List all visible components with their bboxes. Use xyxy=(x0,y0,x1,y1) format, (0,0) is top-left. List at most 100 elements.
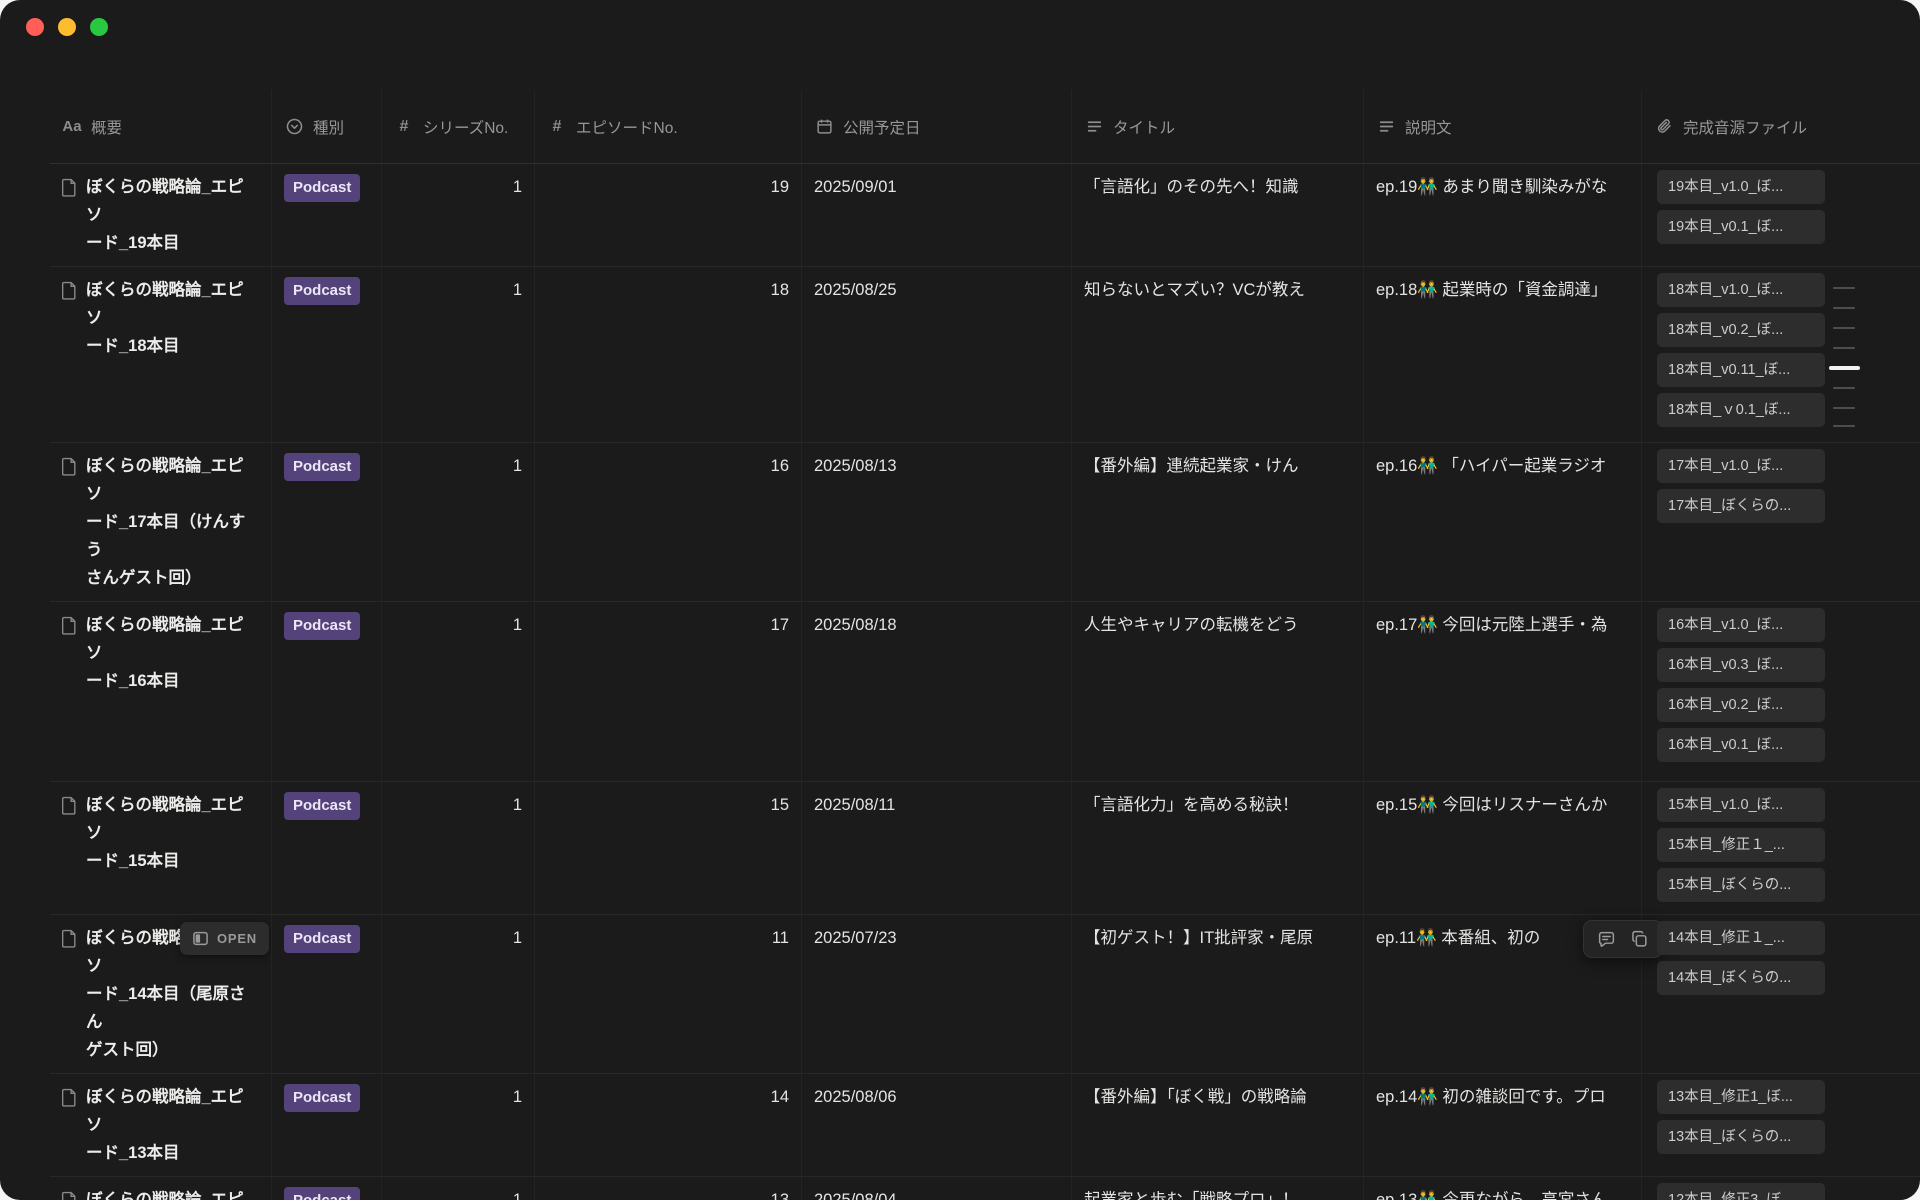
cell-description[interactable]: ep.17👬 今回は元陸上選手・為 xyxy=(1364,602,1642,781)
column-header-type[interactable]: 種別 xyxy=(272,90,382,163)
cell-series-number[interactable]: 1 xyxy=(382,267,535,442)
cell-type[interactable]: Podcast xyxy=(272,267,382,442)
column-header-files[interactable]: 完成音源ファイル xyxy=(1642,90,1920,163)
cell-audio-files[interactable]: 13本目_修正1_ぼ... 13本目_ぼくらの... xyxy=(1642,1074,1920,1176)
audio-file-chip[interactable]: 18本目_v0.2_ぼ... xyxy=(1657,313,1825,347)
cell-publish-date[interactable]: 2025/08/13 xyxy=(802,443,1072,601)
cell-type[interactable]: Podcast xyxy=(272,1177,382,1200)
cell-name[interactable]: ぼくらの戦略論_エピソ ード_13本目 xyxy=(50,1074,272,1176)
comment-icon[interactable] xyxy=(1597,930,1616,949)
cell-episode-number[interactable]: 16 xyxy=(535,443,802,601)
column-header-date[interactable]: 公開予定日 xyxy=(802,90,1072,163)
audio-file-chip[interactable]: 19本目_v0.1_ぼ... xyxy=(1657,210,1825,244)
cell-description[interactable]: ep.18👬 起業時の「資金調達」 xyxy=(1364,267,1642,442)
cell-type[interactable]: Podcast xyxy=(272,602,382,781)
cell-name[interactable]: ぼくらの戦略論_エピソ ード_17本目（けんすう さんゲスト回） xyxy=(50,443,272,601)
audio-file-chip[interactable]: 19本目_v1.0_ぼ... xyxy=(1657,170,1825,204)
cell-series-number[interactable]: 1 xyxy=(382,915,535,1073)
cell-name[interactable]: ぼくらの戦略論_エピソ ード_15本目 xyxy=(50,782,272,914)
cell-name[interactable]: ぼくらの戦略論_エピソ ード_14本目（尾原さん ゲスト回）OPEN xyxy=(50,915,272,1073)
audio-file-chip[interactable]: 16本目_v0.2_ぼ... xyxy=(1657,688,1825,722)
audio-file-chip[interactable]: 13本目_修正1_ぼ... xyxy=(1657,1080,1825,1114)
cell-publish-date[interactable]: 2025/08/11 xyxy=(802,782,1072,914)
cell-series-number[interactable]: 1 xyxy=(382,782,535,914)
column-header-name[interactable]: Aa概要 xyxy=(50,90,272,163)
cell-title[interactable]: 「言語化」のその先へ！知識 xyxy=(1072,164,1364,266)
cell-publish-date[interactable]: 2025/07/23 xyxy=(802,915,1072,1073)
cell-type[interactable]: Podcast xyxy=(272,164,382,266)
cell-type[interactable]: Podcast xyxy=(272,1074,382,1176)
cell-episode-number[interactable]: 13 xyxy=(535,1177,802,1200)
audio-file-chip[interactable]: 17本目_v1.0_ぼ... xyxy=(1657,449,1825,483)
cell-description[interactable]: ep.13👬 今更ながら、高宮さん xyxy=(1364,1177,1642,1200)
audio-file-chip[interactable]: 16本目_v1.0_ぼ... xyxy=(1657,608,1825,642)
cell-episode-number[interactable]: 15 xyxy=(535,782,802,914)
audio-file-chip[interactable]: 13本目_ぼくらの... xyxy=(1657,1120,1825,1154)
cell-audio-files[interactable]: 15本目_v1.0_ぼ...15本目_修正１_...15本目_ぼくらの... xyxy=(1642,782,1920,914)
audio-file-chip[interactable]: 18本目_v0.11_ぼ... xyxy=(1657,353,1825,387)
cell-episode-number[interactable]: 14 xyxy=(535,1074,802,1176)
type-tag[interactable]: Podcast xyxy=(284,453,360,481)
cell-type[interactable]: Podcast xyxy=(272,443,382,601)
cell-episode-number[interactable]: 19 xyxy=(535,164,802,266)
audio-file-chip[interactable]: 14本目_修正１_... xyxy=(1657,921,1825,955)
cell-episode-number[interactable]: 11 xyxy=(535,915,802,1073)
cell-title[interactable]: 「言語化力」を高める秘訣！ xyxy=(1072,782,1364,914)
close-button[interactable] xyxy=(26,18,44,36)
type-tag[interactable]: Podcast xyxy=(284,174,360,202)
column-header-title[interactable]: タイトル xyxy=(1072,90,1364,163)
cell-publish-date[interactable]: 2025/08/06 xyxy=(802,1074,1072,1176)
cell-series-number[interactable]: 1 xyxy=(382,164,535,266)
cell-series-number[interactable]: 1 xyxy=(382,602,535,781)
cell-publish-date[interactable]: 2025/08/04 xyxy=(802,1177,1072,1200)
cell-episode-number[interactable]: 17 xyxy=(535,602,802,781)
cell-name[interactable]: ぼくらの戦略論_エピソ ード_19本目 xyxy=(50,164,272,266)
cell-description[interactable]: ep.16👬 「ハイパー起業ラジオ xyxy=(1364,443,1642,601)
column-header-series[interactable]: #シリーズNo. xyxy=(382,90,535,163)
cell-description[interactable]: ep.19👬 あまり聞き馴染みがな xyxy=(1364,164,1642,266)
cell-name[interactable]: ぼくらの戦略論_エピソ ード_16本目 xyxy=(50,602,272,781)
column-header-desc[interactable]: 説明文 xyxy=(1364,90,1642,163)
audio-file-chip[interactable]: 18本目_ｖ0.1_ぼ... xyxy=(1657,393,1825,427)
type-tag[interactable]: Podcast xyxy=(284,612,360,640)
cell-series-number[interactable]: 1 xyxy=(382,1074,535,1176)
cell-audio-files[interactable]: 16本目_v1.0_ぼ... 16本目_v0.3_ぼ... 16本目_v0.2_ぼ.… xyxy=(1642,602,1920,781)
cell-title[interactable]: 【番外編】「ぼく戦」の戦略論 xyxy=(1072,1074,1364,1176)
cell-description[interactable]: ep.14👬 初の雑談回です。プロ xyxy=(1364,1074,1642,1176)
type-tag[interactable]: Podcast xyxy=(284,1187,360,1200)
cell-series-number[interactable]: 1 xyxy=(382,443,535,601)
cell-title[interactable]: 【番外編】連続起業家・けん xyxy=(1072,443,1364,601)
cell-audio-files[interactable]: 18本目_v1.0_ぼ... 18本目_v0.2_ぼ... 18本目_v0.11_ぼ… xyxy=(1642,267,1920,442)
type-tag[interactable]: Podcast xyxy=(284,925,360,953)
cell-series-number[interactable]: 1 xyxy=(382,1177,535,1200)
audio-file-chip[interactable]: 16本目_v0.3_ぼ... xyxy=(1657,648,1825,682)
audio-file-chip[interactable]: 15本目_v1.0_ぼ... xyxy=(1657,788,1825,822)
audio-file-chip[interactable]: 18本目_v1.0_ぼ... xyxy=(1657,273,1825,307)
zoom-button[interactable] xyxy=(90,18,108,36)
cell-episode-number[interactable]: 18 xyxy=(535,267,802,442)
audio-file-chip[interactable]: 15本目_ぼくらの... xyxy=(1657,868,1825,902)
cell-name[interactable]: ぼくらの戦略論_エピソ ード_12本目 xyxy=(50,1177,272,1200)
cell-title[interactable]: 起業家と歩む「戦略プロ」！ xyxy=(1072,1177,1364,1200)
type-tag[interactable]: Podcast xyxy=(284,277,360,305)
cell-audio-files[interactable]: 14本目_修正１_... 14本目_ぼくらの... xyxy=(1642,915,1920,1073)
cell-publish-date[interactable]: 2025/09/01 xyxy=(802,164,1072,266)
cell-publish-date[interactable]: 2025/08/25 xyxy=(802,267,1072,442)
cell-title[interactable]: 人生やキャリアの転機をどう xyxy=(1072,602,1364,781)
open-button[interactable]: OPEN xyxy=(180,922,269,955)
cell-type[interactable]: Podcast xyxy=(272,782,382,914)
cell-publish-date[interactable]: 2025/08/18 xyxy=(802,602,1072,781)
audio-file-chip[interactable]: 14本目_ぼくらの... xyxy=(1657,961,1825,995)
minimize-button[interactable] xyxy=(58,18,76,36)
type-tag[interactable]: Podcast xyxy=(284,1084,360,1112)
type-tag[interactable]: Podcast xyxy=(284,792,360,820)
cell-type[interactable]: Podcast xyxy=(272,915,382,1073)
audio-file-chip[interactable]: 16本目_v0.1_ぼ... xyxy=(1657,728,1825,762)
column-header-episode[interactable]: #エピソードNo. xyxy=(535,90,802,163)
cell-audio-files[interactable]: 12本目_修正3_ぼ... xyxy=(1642,1177,1920,1200)
cell-name[interactable]: ぼくらの戦略論_エピソ ード_18本目 xyxy=(50,267,272,442)
cell-title[interactable]: 知らないとマズい？VCが教え xyxy=(1072,267,1364,442)
cell-description[interactable]: ep.11👬 本番組、初の xyxy=(1364,915,1642,1073)
cell-description[interactable]: ep.15👬 今回はリスナーさんか xyxy=(1364,782,1642,914)
audio-file-chip[interactable]: 17本目_ぼくらの... xyxy=(1657,489,1825,523)
